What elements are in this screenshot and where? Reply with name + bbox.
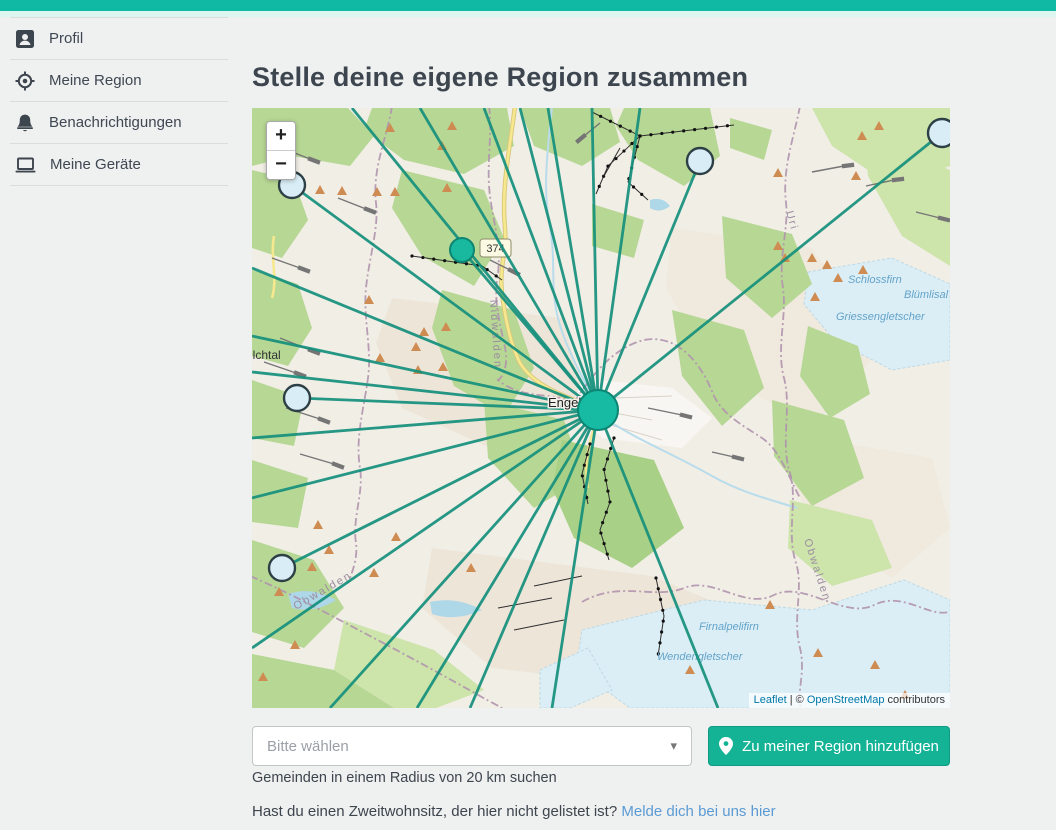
selected-municipality-marker[interactable] <box>450 238 474 262</box>
top-brand-bar <box>0 0 1056 11</box>
attribution-suffix: contributors <box>884 694 945 706</box>
bell-icon <box>14 112 36 134</box>
page-title: Stelle deine eigene Region zusammen <box>252 62 748 93</box>
region-map[interactable]: 374 Nidwalden Uri Obwalden Obwalden Melc… <box>252 108 950 708</box>
map-attribution: Leaflet | © OpenStreetMap contributors <box>749 693 950 708</box>
secondary-residence-text: Hast du einen Zweitwohnsitz, der hier ni… <box>252 803 621 820</box>
secondary-residence-row: Hast du einen Zweitwohnsitz, der hier ni… <box>252 803 776 820</box>
add-to-region-button[interactable]: Zu meiner Region hinzufügen <box>708 726 950 766</box>
glacier-label-schlossfirn: Schlossfirn <box>848 274 902 286</box>
map-pin-icon <box>719 737 733 755</box>
zoom-out-button[interactable]: − <box>267 151 295 179</box>
sidebar-item-profil[interactable]: Profil <box>0 18 240 59</box>
leaflet-link[interactable]: Leaflet <box>754 694 787 706</box>
sidebar-item-label: Meine Geräte <box>50 156 141 173</box>
valley-label-melchtal: Melchtal <box>252 348 281 362</box>
municipality-marker[interactable] <box>269 555 295 581</box>
laptop-icon <box>14 154 37 176</box>
municipality-marker[interactable] <box>928 119 950 147</box>
user-badge-icon <box>14 28 36 50</box>
dropdown-caret-icon: ▾ <box>670 738 677 754</box>
contact-link[interactable]: Melde dich bei uns hier <box>621 803 775 820</box>
divider <box>10 185 228 186</box>
target-icon <box>14 70 36 92</box>
sidebar-item-label: Profil <box>49 30 83 47</box>
glacier-label-griessengletscher: Griessengletscher <box>836 311 926 323</box>
home-region-marker[interactable] <box>578 390 618 430</box>
osm-link[interactable]: OpenStreetMap <box>807 694 885 706</box>
sidebar-item-meine-region[interactable]: Meine Region <box>0 60 240 101</box>
municipality-marker[interactable] <box>687 148 713 174</box>
glacier-label-firnalpelifirn: Firnalpelifirn <box>699 621 759 633</box>
sidebar: Profil Meine Region Benachrichtigungen M… <box>0 17 240 186</box>
radius-helper-text: Gemeinden in einem Radius von 20 km such… <box>252 770 557 786</box>
select-placeholder: Bitte wählen <box>267 738 349 755</box>
map-zoom-control: + − <box>266 121 296 180</box>
sidebar-item-meine-geraete[interactable]: Meine Geräte <box>0 144 240 185</box>
municipality-marker[interactable] <box>284 385 310 411</box>
glacier-label-bluemlisalp: Blümlisal <box>904 289 949 301</box>
add-to-region-label: Zu meiner Region hinzufügen <box>742 738 939 755</box>
sidebar-item-label: Benachrichtigungen <box>49 114 182 131</box>
attribution-separator: | © <box>787 694 807 706</box>
map-canvas: 374 Nidwalden Uri Obwalden Obwalden Melc… <box>252 108 950 708</box>
sidebar-item-label: Meine Region <box>49 72 142 89</box>
municipality-select[interactable]: Bitte wählen ▾ <box>252 726 692 766</box>
sidebar-item-benachrichtigungen[interactable]: Benachrichtigungen <box>0 102 240 143</box>
zoom-in-button[interactable]: + <box>267 122 295 150</box>
